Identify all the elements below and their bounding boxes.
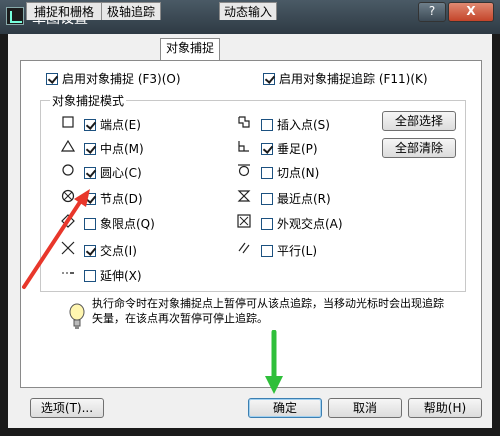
tangent-checkbox[interactable] xyxy=(261,166,273,179)
parallel-checkbox[interactable] xyxy=(261,244,273,257)
tab-dynamic-input[interactable]: 动态输入 xyxy=(219,2,277,20)
lightbulb-icon xyxy=(68,303,86,331)
drafting-settings-window: 草图设置 ? X 捕捉和栅格 极轴追踪 对象捕捉 动态输入 启用对象捕捉 (F3… xyxy=(0,0,500,436)
options-button[interactable]: 选项(T)... xyxy=(30,398,104,418)
midpoint-checkbox[interactable] xyxy=(84,142,96,155)
circle-icon xyxy=(61,163,75,177)
insert-icon xyxy=(237,115,251,129)
enable-snap-label: 启用对象捕捉 (F3)(O) xyxy=(62,71,181,86)
apparent-intersection-checkbox[interactable] xyxy=(261,217,273,230)
parallel-icon xyxy=(237,241,251,255)
node-label: 节点(D) xyxy=(100,191,143,206)
mode-center[interactable]: 圆心(C) xyxy=(84,164,142,180)
triangle-icon xyxy=(60,139,76,153)
green-arrow-annotation xyxy=(265,330,283,394)
cancel-button[interactable]: 取消 xyxy=(328,398,402,418)
mode-tangent[interactable]: 切点(N) xyxy=(261,164,319,180)
ok-button[interactable]: 确定 xyxy=(248,398,322,418)
close-button[interactable]: X xyxy=(448,2,494,22)
app-icon xyxy=(6,7,24,25)
perpendicular-checkbox[interactable] xyxy=(261,142,273,155)
extension-label: 延伸(X) xyxy=(100,268,142,283)
nearest-checkbox[interactable] xyxy=(261,192,273,205)
tracking-hint-text: 执行命令时在对象捕捉点上暂停可从该点追踪，当移动光标时会出现追踪矢量，在该点再次… xyxy=(92,297,444,325)
enable-tracking-label: 启用对象捕捉追踪 (F11)(K) xyxy=(279,71,428,86)
enable-snap-option[interactable]: 启用对象捕捉 (F3)(O) xyxy=(46,70,181,86)
perpendicular-icon xyxy=(237,139,251,153)
center-checkbox[interactable] xyxy=(84,166,96,179)
mode-apparent-intersection[interactable]: 外观交点(A) xyxy=(261,215,343,231)
tangent-icon xyxy=(237,163,251,177)
nearest-icon xyxy=(237,189,251,203)
red-arrow-annotation xyxy=(22,189,90,289)
endpoint-checkbox[interactable] xyxy=(84,118,96,131)
mode-parallel[interactable]: 平行(L) xyxy=(261,242,317,258)
apparent-intersection-label: 外观交点(A) xyxy=(277,216,343,231)
center-label: 圆心(C) xyxy=(100,165,142,180)
tab-polar-tracking[interactable]: 极轴追踪 xyxy=(101,2,161,20)
enable-snap-checkbox[interactable] xyxy=(46,72,58,85)
mode-midpoint[interactable]: 中点(M) xyxy=(84,140,144,156)
enable-tracking-checkbox[interactable] xyxy=(263,72,275,85)
insertion-checkbox[interactable] xyxy=(261,118,273,131)
mode-endpoint[interactable]: 端点(E) xyxy=(84,116,141,132)
intersection-label: 交点(I) xyxy=(100,243,137,258)
quadrant-label: 象限点(Q) xyxy=(100,216,155,231)
mode-nearest[interactable]: 最近点(R) xyxy=(261,190,331,206)
enable-tracking-option[interactable]: 启用对象捕捉追踪 (F11)(K) xyxy=(263,70,428,86)
mode-perpendicular[interactable]: 垂足(P) xyxy=(261,140,318,156)
help-title-button[interactable]: ? xyxy=(418,2,446,22)
apparent-intersection-icon xyxy=(237,214,251,228)
clear-all-button[interactable]: 全部清除 xyxy=(382,138,456,158)
square-icon xyxy=(61,115,75,129)
select-all-button[interactable]: 全部选择 xyxy=(382,111,456,131)
perpendicular-label: 垂足(P) xyxy=(277,141,318,156)
parallel-label: 平行(L) xyxy=(277,243,318,258)
mode-insertion[interactable]: 插入点(S) xyxy=(261,116,330,132)
snap-modes-title: 对象捕捉模式 xyxy=(50,92,127,109)
endpoint-label: 端点(E) xyxy=(100,117,141,132)
help-button[interactable]: 帮助(H) xyxy=(408,398,482,418)
insertion-label: 插入点(S) xyxy=(277,117,330,132)
tangent-label: 切点(N) xyxy=(277,165,320,180)
tab-object-snap[interactable]: 对象捕捉 xyxy=(160,38,220,60)
nearest-label: 最近点(R) xyxy=(277,191,331,206)
midpoint-label: 中点(M) xyxy=(100,141,144,156)
tab-snap-grid[interactable]: 捕捉和栅格 xyxy=(26,2,102,20)
